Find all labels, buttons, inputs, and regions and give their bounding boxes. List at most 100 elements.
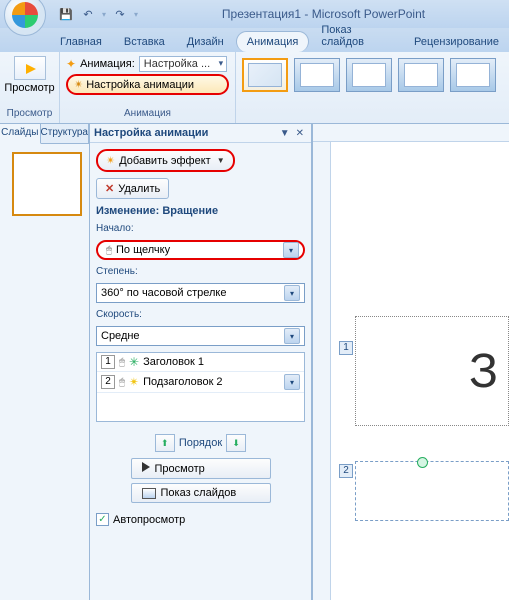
degree-combo[interactable]: 360° по часовой стрелке ▾ <box>96 283 305 303</box>
autopreview-row[interactable]: ✓ Автопросмотр <box>96 513 305 526</box>
delete-x-icon: ✕ <box>105 182 114 195</box>
delete-effect-button[interactable]: ✕ Удалить <box>96 178 169 199</box>
animation-settings-label: Настройка анимации <box>86 79 194 91</box>
order-up-button[interactable]: ⬆ <box>155 434 175 452</box>
speed-value: Средне <box>101 330 284 342</box>
add-effect-star-icon: ✴ <box>106 154 115 167</box>
start-label: Начало: <box>96 223 305 234</box>
speed-label: Скорость: <box>96 309 305 320</box>
window-title: Презентация1 - Microsoft PowerPoint <box>138 7 509 21</box>
degree-label: Степень: <box>96 266 305 277</box>
transition-item[interactable] <box>242 58 288 92</box>
animation-label: Анимация: <box>80 58 135 70</box>
thumbnail-area <box>0 144 89 224</box>
chevron-down-icon[interactable]: ▾ <box>284 374 300 390</box>
start-value: По щелчку <box>116 244 283 256</box>
animation-combo[interactable]: Настройка ... <box>139 56 227 72</box>
dropdown-icon: ▼ <box>217 156 225 165</box>
slideshow-button[interactable]: Показ слайдов <box>131 483 271 503</box>
animation-settings-icon: ✴ <box>74 78 83 91</box>
tab-design[interactable]: Дизайн <box>177 32 234 52</box>
undo-icon[interactable]: ↶ <box>80 6 96 22</box>
transition-item[interactable] <box>398 58 444 92</box>
chevron-down-icon: ▾ <box>284 328 300 344</box>
pane-header: Настройка анимации ▼ ✕ <box>90 124 311 143</box>
panel-tab-structure[interactable]: Структура <box>41 124 89 143</box>
chevron-down-icon: ▾ <box>284 285 300 301</box>
title-bar: 💾 ↶ ▾ ↷ ▾ Презентация1 - Microsoft Power… <box>0 0 509 28</box>
transition-item[interactable] <box>294 58 340 92</box>
animation-group-label: Анимация <box>64 108 231 121</box>
animation-task-pane: Настройка анимации ▼ ✕ ✴ Добавить эффект… <box>90 124 312 600</box>
effect-list: 1 🖱 ✳ Заголовок 1 2 🖱 ✴ Подзаголовок 2 ▾ <box>96 352 305 422</box>
subtitle-placeholder[interactable] <box>355 461 509 521</box>
tab-home[interactable]: Главная <box>50 32 112 52</box>
add-effect-button[interactable]: ✴ Добавить эффект ▼ <box>96 149 235 172</box>
chevron-down-icon: ▾ <box>283 242 299 258</box>
save-icon[interactable]: 💾 <box>58 6 74 22</box>
checkbox-checked-icon[interactable]: ✓ <box>96 513 109 526</box>
ribbon-group-animation: ✦ Анимация: Настройка ... ✴ Настройка ан… <box>60 52 236 123</box>
panel-tabs: Слайды Структура <box>0 124 89 144</box>
play-icon <box>142 462 150 475</box>
animation-star-icon: ✦ <box>66 57 76 71</box>
office-logo-icon <box>12 2 38 28</box>
tab-review[interactable]: Рецензирование <box>404 32 509 52</box>
animation-tag[interactable]: 2 <box>339 464 353 478</box>
tab-animation[interactable]: Анимация <box>236 31 310 52</box>
mouse-click-icon: 🖱 <box>119 377 125 388</box>
work-area: Слайды Структура Настройка анимации ▼ ✕ … <box>0 124 509 600</box>
slideshow-label: Показ слайдов <box>161 487 237 499</box>
start-combo[interactable]: 🖱 По щелчку ▾ <box>96 240 305 260</box>
animation-settings-button[interactable]: ✴ Настройка анимации <box>66 74 229 95</box>
slideshow-icon <box>142 488 156 499</box>
play-label: Просмотр <box>155 463 205 475</box>
effect-type-icon: ✴ <box>129 375 139 389</box>
transition-item[interactable] <box>346 58 392 92</box>
pane-close-icon[interactable]: ✕ <box>293 128 307 139</box>
effect-number: 1 <box>101 355 115 369</box>
play-button[interactable]: Просмотр <box>131 458 271 479</box>
effect-list-item[interactable]: 2 🖱 ✴ Подзаголовок 2 ▾ <box>97 372 304 393</box>
title-text: З <box>469 344 508 399</box>
ribbon-group-preview: Просмотр Просмотр <box>0 52 60 123</box>
slide-thumbnail[interactable] <box>12 152 82 216</box>
tab-insert[interactable]: Вставка <box>114 32 175 52</box>
animation-tag[interactable]: 1 <box>339 341 353 355</box>
quick-access-toolbar: 💾 ↶ ▾ ↷ ▾ <box>58 6 138 22</box>
order-down-button[interactable]: ⬇ <box>226 434 246 452</box>
ribbon-tabs: Главная Вставка Дизайн Анимация Показ сл… <box>0 28 509 52</box>
preview-button[interactable]: Просмотр <box>4 54 55 96</box>
effect-name: Подзаголовок 2 <box>143 376 223 388</box>
mouse-click-icon: 🖱 <box>119 357 125 368</box>
add-effect-label: Добавить эффект <box>119 155 210 167</box>
ribbon: Просмотр Просмотр ✦ Анимация: Настройка … <box>0 52 509 124</box>
tab-slideshow[interactable]: Показ слайдов <box>311 20 402 52</box>
degree-value: 360° по часовой стрелке <box>101 287 284 299</box>
effect-number: 2 <box>101 375 115 389</box>
effect-name: Заголовок 1 <box>143 356 204 368</box>
delete-label: Удалить <box>118 183 160 195</box>
title-placeholder[interactable]: З <box>355 316 509 426</box>
slides-panel: Слайды Структура <box>0 124 90 600</box>
effect-list-item[interactable]: 1 🖱 ✳ Заголовок 1 <box>97 353 304 372</box>
slide-canvas[interactable]: З 1 2 <box>335 146 509 600</box>
slide-canvas-area: З 1 2 <box>312 124 509 600</box>
mouse-click-icon: 🖱 <box>102 245 116 256</box>
pane-title: Настройка анимации <box>94 127 277 139</box>
order-controls: ⬆ Порядок ⬇ <box>96 434 305 452</box>
pane-menu-icon[interactable]: ▼ <box>277 128 293 139</box>
speed-combo[interactable]: Средне ▾ <box>96 326 305 346</box>
autopreview-label: Автопросмотр <box>113 514 185 526</box>
change-section-label: Изменение: Вращение <box>96 205 305 217</box>
horizontal-ruler <box>313 124 509 142</box>
transition-gallery <box>236 52 502 123</box>
qat-drop-icon[interactable]: ▾ <box>102 10 106 19</box>
preview-icon <box>14 56 46 80</box>
preview-group-label: Просмотр <box>4 108 55 121</box>
transition-item[interactable] <box>450 58 496 92</box>
vertical-ruler <box>313 142 331 600</box>
order-label: Порядок <box>179 437 222 449</box>
redo-icon[interactable]: ↷ <box>112 6 128 22</box>
panel-tab-slides[interactable]: Слайды <box>0 124 41 144</box>
